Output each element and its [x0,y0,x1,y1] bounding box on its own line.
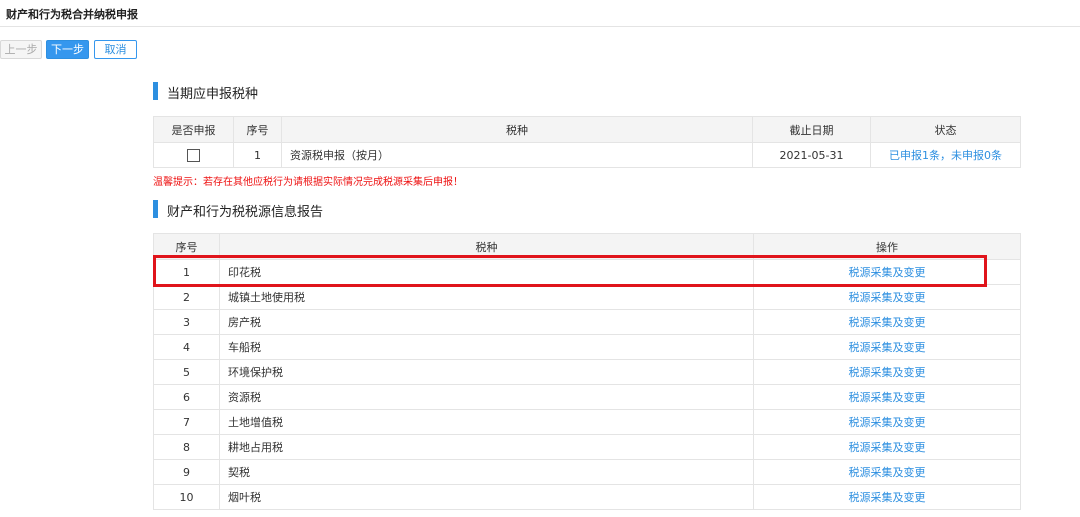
row-number: 9 [153,459,220,485]
table-row: 6 资源税 税源采集及变更 [153,384,1021,410]
collect-change-link[interactable]: 税源采集及变更 [753,284,1021,310]
tax-name: 契税 [219,459,754,485]
row-number: 3 [153,309,220,335]
collect-change-link[interactable]: 税源采集及变更 [753,334,1021,360]
table-row: 1 印花税 税源采集及变更 [153,259,1021,285]
section-title: 财产和行为税税源信息报告 [167,205,324,220]
table-header-row: 是否申报 序号 税种 截止日期 状态 [153,116,1021,143]
section-title: 当期应申报税种 [167,87,259,102]
table-row: 2 城镇土地使用税 税源采集及变更 [153,284,1021,310]
row-number: 6 [153,384,220,410]
tax-name: 印花税 [219,259,754,285]
column-header: 税种 [281,116,753,143]
collect-change-link[interactable]: 税源采集及变更 [753,484,1021,510]
tax-name: 土地增值税 [219,409,754,435]
tax-source-table: 序号 税种 操作 1 印花税 税源采集及变更 2 城镇土地使用税 税源采集及变更… [153,233,1021,510]
row-number: 10 [153,484,220,510]
column-header: 税种 [219,233,754,260]
row-number: 4 [153,334,220,360]
warning-tip: 温馨提示：若存在其他应税行为请根据实际情况完成税源采集后申报！ [153,177,463,188]
row-number: 1 [153,259,220,285]
collect-change-link[interactable]: 税源采集及变更 [753,459,1021,485]
section-marker [153,82,158,100]
row-number: 5 [153,359,220,385]
deadline-date: 2021-05-31 [752,142,871,168]
tax-name: 烟叶税 [219,484,754,510]
declare-checkbox-cell [153,142,234,168]
table-row: 7 土地增值税 税源采集及变更 [153,409,1021,435]
column-header: 是否申报 [153,116,234,143]
column-header: 截止日期 [752,116,871,143]
top-bar: 财产和行为税合并纳税申报 [0,0,1080,27]
page-title: 财产和行为税合并纳税申报 [6,8,138,21]
table-header-row: 序号 税种 操作 [153,233,1021,260]
column-header: 序号 [153,233,220,260]
table-row: 1 资源税申报（按月） 2021-05-31 已申报1条，未申报0条 [153,142,1021,168]
collect-change-link[interactable]: 税源采集及变更 [753,409,1021,435]
row-number: 8 [153,434,220,460]
collect-change-link[interactable]: 税源采集及变更 [753,309,1021,335]
table-row: 8 耕地占用税 税源采集及变更 [153,434,1021,460]
current-taxes-table: 是否申报 序号 税种 截止日期 状态 1 资源税申报（按月） 2021-05-3… [153,116,1021,168]
tax-name: 耕地占用税 [219,434,754,460]
collect-change-link[interactable]: 税源采集及变更 [753,359,1021,385]
column-header: 操作 [753,233,1021,260]
tax-name: 资源税申报（按月） [281,142,753,168]
section-marker [153,200,158,218]
collect-change-link[interactable]: 税源采集及变更 [753,259,1021,285]
declare-status-link[interactable]: 已申报1条，未申报0条 [870,142,1021,168]
table-row: 5 环境保护税 税源采集及变更 [153,359,1021,385]
prev-step-button[interactable]: 上一步 [0,40,42,59]
collect-change-link[interactable]: 税源采集及变更 [753,434,1021,460]
tax-name: 资源税 [219,384,754,410]
table-row: 4 车船税 税源采集及变更 [153,334,1021,360]
tax-name: 房产税 [219,309,754,335]
table-row: 3 房产税 税源采集及变更 [153,309,1021,335]
row-number: 2 [153,284,220,310]
tax-name: 环境保护税 [219,359,754,385]
tax-name: 城镇土地使用税 [219,284,754,310]
collect-change-link[interactable]: 税源采集及变更 [753,384,1021,410]
row-number: 1 [233,142,282,168]
column-header: 状态 [870,116,1021,143]
next-step-button[interactable]: 下一步 [46,40,89,59]
table-row: 10 烟叶税 税源采集及变更 [153,484,1021,510]
declare-checkbox[interactable] [187,148,200,162]
column-header: 序号 [233,116,282,143]
tax-name: 车船税 [219,334,754,360]
cancel-button[interactable]: 取消 [94,40,137,59]
row-number: 7 [153,409,220,435]
table-row: 9 契税 税源采集及变更 [153,459,1021,485]
